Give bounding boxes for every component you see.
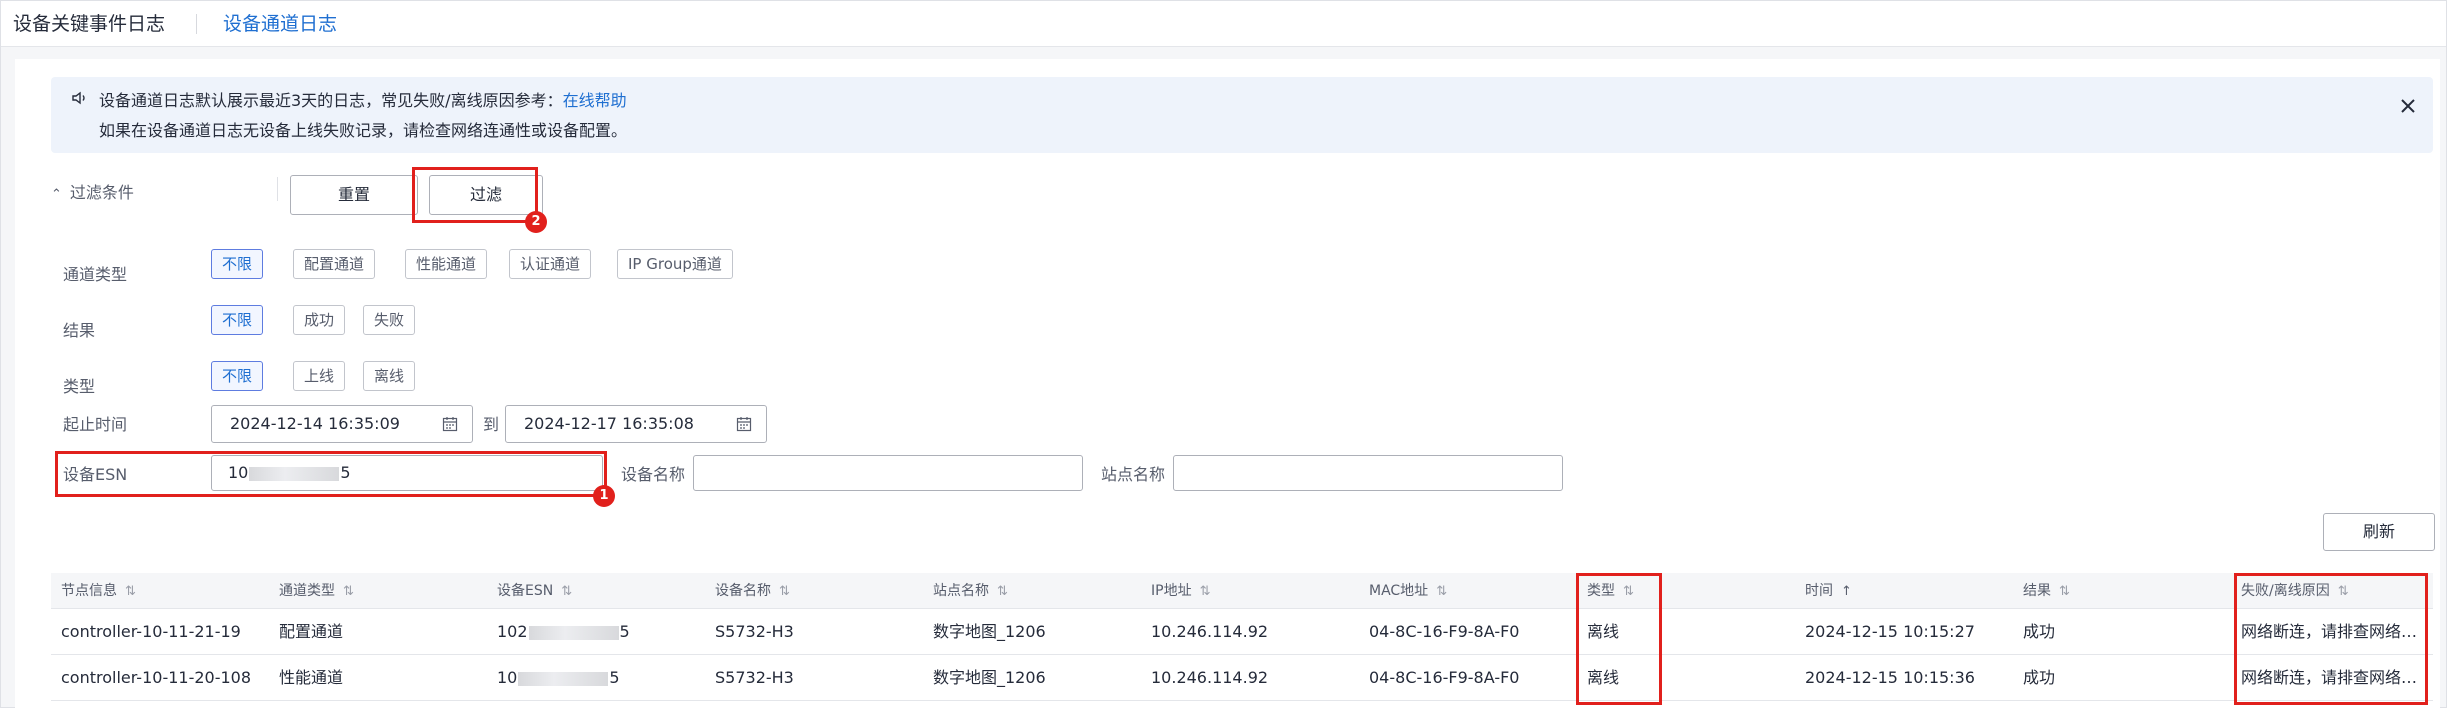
device-name-label: 设备名称	[621, 465, 686, 484]
type-online-chip[interactable]: 上线	[293, 361, 346, 391]
table-row[interactable]: controller-10-11-20-108 性能通道 10 5 S5732-H…	[51, 655, 2433, 701]
sort-ascending-icon[interactable]: ↑	[1841, 584, 1852, 599]
result-success-chip[interactable]: 成功	[293, 305, 346, 335]
site-name-input[interactable]	[1173, 455, 1563, 491]
cell-esn: 102 5	[497, 622, 630, 641]
cell-mac: 04-8C-16-F9-8A-F0	[1369, 622, 1520, 641]
tab-channel-log[interactable]: 设备通道日志	[223, 1, 337, 47]
calendar-icon[interactable]	[442, 416, 458, 432]
content-card: 设备通道日志默认展示最近3天的日志，常见失败/离线原因参考：在线帮助 如果在设备…	[15, 59, 2440, 708]
time-range-label: 起止时间	[63, 415, 128, 434]
column-header-site-name[interactable]: 站点名称 ⇅	[933, 573, 1008, 610]
refresh-button[interactable]: 刷新	[2323, 513, 2435, 551]
highlight-reason-column	[2234, 573, 2428, 705]
filter-toggle[interactable]: ⌃ 过滤条件	[51, 179, 134, 203]
esn-redaction	[528, 625, 619, 640]
cell-result: 成功	[2023, 668, 2056, 687]
column-header-channel-type[interactable]: 通道类型 ⇅	[279, 573, 354, 610]
channel-type-performance-chip[interactable]: 性能通道	[405, 249, 488, 279]
annotation-badge-2: 2	[525, 211, 547, 233]
start-date-value: 2024-12-14 16:35:09	[230, 414, 400, 433]
calendar-icon[interactable]	[736, 416, 752, 432]
sort-icon[interactable]: ⇅	[125, 584, 136, 599]
sort-icon[interactable]: ⇅	[561, 584, 572, 599]
close-icon[interactable]	[2397, 95, 2419, 117]
column-header-result[interactable]: 结果 ⇅	[2023, 573, 2070, 610]
cell-device-name: S5732-H3	[715, 668, 794, 687]
app-window: 设备关键事件日志 设备通道日志 设备通道日志默认展示最近3天的日志，常见失败/离…	[0, 0, 2447, 708]
tab-divider	[196, 14, 197, 34]
cell-ip: 10.246.114.92	[1151, 622, 1269, 641]
sort-icon[interactable]: ⇅	[1436, 584, 1447, 599]
speaker-icon	[72, 91, 85, 105]
sort-icon[interactable]: ⇅	[1200, 584, 1211, 599]
site-name-label: 站点名称	[1101, 465, 1166, 484]
channel-type-auth-chip[interactable]: 认证通道	[509, 249, 592, 279]
cell-mac: 04-8C-16-F9-8A-F0	[1369, 668, 1520, 687]
cell-time: 2024-12-15 10:15:27	[1805, 622, 1975, 641]
type-any-chip[interactable]: 不限	[211, 361, 264, 391]
channel-type-any-chip[interactable]: 不限	[211, 249, 264, 279]
highlight-esn-field	[55, 451, 607, 497]
highlight-type-column	[1576, 573, 1662, 705]
device-name-input[interactable]	[693, 455, 1083, 491]
type-label: 类型	[63, 377, 96, 396]
filter-toggle-label: 过滤条件	[69, 183, 134, 202]
result-fail-chip[interactable]: 失败	[363, 305, 416, 335]
column-header-node[interactable]: 节点信息 ⇅	[61, 573, 136, 610]
channel-type-config-chip[interactable]: 配置通道	[293, 249, 376, 279]
cell-channel-type: 性能通道	[279, 668, 344, 687]
cell-node: controller-10-11-21-19	[61, 622, 241, 641]
online-help-link[interactable]: 在线帮助	[563, 91, 627, 110]
start-date-input[interactable]: 2024-12-14 16:35:09	[211, 405, 473, 443]
cell-result: 成功	[2023, 622, 2056, 641]
notice-text-1: 设备通道日志默认展示最近3天的日志，常见失败/离线原因参考：	[99, 91, 563, 110]
sort-icon[interactable]: ⇅	[2059, 584, 2070, 599]
cell-site-name: 数字地图_1206	[933, 668, 1046, 687]
channel-type-ipgroup-chip[interactable]: IP Group通道	[617, 249, 733, 279]
cell-ip: 10.246.114.92	[1151, 668, 1269, 687]
table-header: 节点信息 ⇅ 通道类型 ⇅ 设备ESN ⇅ 设备名称 ⇅ 站点名称 ⇅ IP地址 ⇅ MAC…	[51, 573, 2433, 609]
reset-button[interactable]: 重置	[290, 175, 418, 215]
info-notice: 设备通道日志默认展示最近3天的日志，常见失败/离线原因参考：在线帮助 如果在设备…	[51, 77, 2433, 153]
column-header-esn[interactable]: 设备ESN ⇅	[497, 573, 572, 610]
column-header-device-name[interactable]: 设备名称 ⇅	[715, 573, 790, 610]
result-label: 结果	[63, 321, 96, 340]
sort-icon[interactable]: ⇅	[343, 584, 354, 599]
sort-icon[interactable]: ⇅	[779, 584, 790, 599]
highlight-filter-button	[412, 167, 538, 223]
notice-line-2: 如果在设备通道日志无设备上线失败记录，请检查网络连通性或设备配置。	[99, 121, 628, 140]
table-row[interactable]: controller-10-11-21-19 配置通道 102 5 S5732-H…	[51, 609, 2433, 655]
notice-line-1: 设备通道日志默认展示最近3天的日志，常见失败/离线原因参考：在线帮助	[99, 87, 627, 111]
end-date-input[interactable]: 2024-12-17 16:35:08	[505, 405, 767, 443]
cell-esn: 10 5	[497, 668, 620, 687]
column-header-mac[interactable]: MAC地址 ⇅	[1369, 573, 1447, 610]
type-offline-chip[interactable]: 离线	[363, 361, 416, 391]
chevron-up-icon: ⌃	[51, 187, 62, 202]
cell-device-name: S5732-H3	[715, 622, 794, 641]
date-range-separator: 到	[483, 415, 500, 434]
end-date-value: 2024-12-17 16:35:08	[524, 414, 694, 433]
cell-time: 2024-12-15 10:15:36	[1805, 668, 1975, 687]
cell-site-name: 数字地图_1206	[933, 622, 1046, 641]
cell-node: controller-10-11-20-108	[61, 668, 252, 687]
channel-type-label: 通道类型	[63, 265, 128, 284]
annotation-badge-1: 1	[593, 485, 615, 507]
sort-icon[interactable]: ⇅	[997, 584, 1008, 599]
top-tab-bar: 设备关键事件日志 设备通道日志	[1, 1, 2446, 47]
filter-divider	[277, 177, 278, 201]
tab-key-events[interactable]: 设备关键事件日志	[13, 1, 165, 47]
esn-redaction	[518, 671, 609, 686]
column-header-ip[interactable]: IP地址 ⇅	[1151, 573, 1210, 610]
cell-channel-type: 配置通道	[279, 622, 344, 641]
column-header-time[interactable]: 时间 ↑	[1805, 573, 1852, 610]
result-any-chip[interactable]: 不限	[211, 305, 264, 335]
